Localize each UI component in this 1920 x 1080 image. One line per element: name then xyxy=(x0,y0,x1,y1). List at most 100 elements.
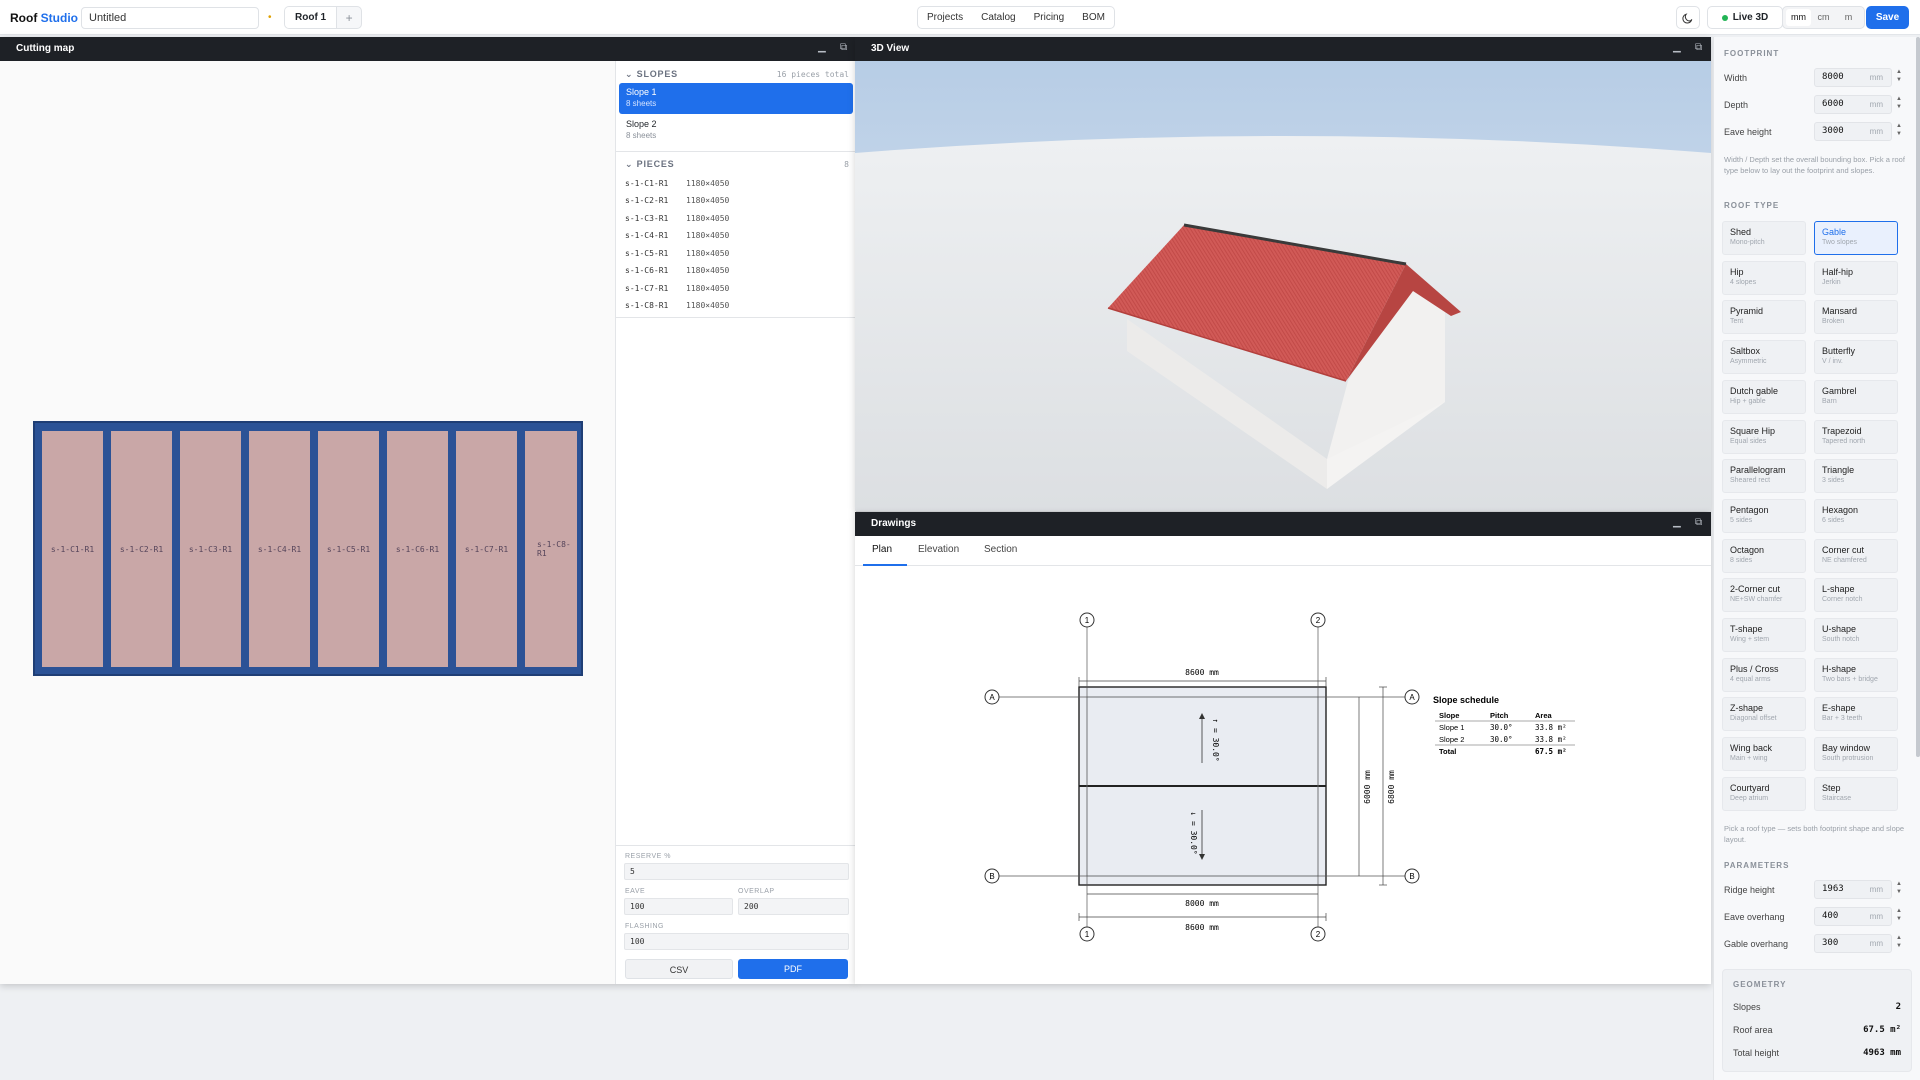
unit-m[interactable]: m xyxy=(1836,9,1861,26)
piece-row[interactable]: s-1-C4-R1 1180×4050 xyxy=(625,227,729,244)
ridge-height-stepper[interactable]: ▲ ▼ xyxy=(1894,880,1904,899)
roof-type-hip[interactable]: Hip 4 slopes xyxy=(1722,260,1806,295)
depth-input[interactable]: 6000 mm xyxy=(1814,95,1892,114)
eave-overhang-input[interactable]: 400 mm xyxy=(1814,907,1892,926)
piece-row[interactable]: s-1-C6-R1 1180×4050 xyxy=(625,262,729,279)
dim-right-inner: 6000 mm xyxy=(1363,770,1372,804)
piece-row[interactable]: s-1-C1-R1 1180×4050 xyxy=(625,175,729,192)
sheet-piece[interactable]: s-1-C4-R1 xyxy=(249,431,310,667)
3d-viewport[interactable] xyxy=(855,61,1711,511)
roof-type-pentagon[interactable]: Pentagon 5 sides xyxy=(1722,498,1806,533)
gable-overhang-input[interactable]: 300 mm xyxy=(1814,934,1892,953)
eave-height-input[interactable]: 3000 mm xyxy=(1814,122,1892,141)
theme-toggle-button[interactable] xyxy=(1676,6,1700,29)
piece-row[interactable]: s-1-C7-R1 1180×4050 xyxy=(625,280,729,297)
unit-switcher: mm cm m xyxy=(1782,6,1865,29)
piece-row[interactable]: s-1-C8-R1 1180×4050 xyxy=(625,297,729,314)
slope-item-2[interactable]: Slope 2 8 sheets xyxy=(619,115,853,146)
sheet-piece[interactable]: s-1-C6-R1 xyxy=(387,431,448,667)
sheet-piece[interactable]: s-1-C2-R1 xyxy=(111,431,172,667)
roof-type-half-hip[interactable]: Half-hip Jerkin xyxy=(1814,260,1898,295)
roof-type-z-shape[interactable]: Z-shape Diagonal offset xyxy=(1722,697,1806,732)
nav-projects[interactable]: Projects xyxy=(918,7,972,28)
width-input[interactable]: 8000 mm xyxy=(1814,68,1892,87)
roof-type-bay-window[interactable]: Bay window South protrusion xyxy=(1814,737,1898,772)
minimize-icon[interactable]: ▁ xyxy=(1673,42,1681,54)
panel-scrollbar[interactable] xyxy=(1916,37,1920,757)
roof-type-triangle[interactable]: Triangle 3 sides xyxy=(1814,459,1898,494)
width-stepper[interactable]: ▲ ▼ xyxy=(1894,68,1904,87)
eave-height-stepper[interactable]: ▲ ▼ xyxy=(1894,122,1904,141)
roof-type-h-shape[interactable]: H-shape Two bars + bridge xyxy=(1814,657,1898,692)
piece-row[interactable]: s-1-C2-R1 1180×4050 xyxy=(625,192,729,209)
roof-type-2-corner-cut[interactable]: 2-Corner cut NE+SW chamfer xyxy=(1722,578,1806,613)
properties-panel: FOOTPRINT Width 8000 mm ▲ ▼ Depth 6000 mm ▲… xyxy=(1713,37,1920,1080)
slope-item-1[interactable]: Slope 1 8 sheets xyxy=(619,83,853,114)
export-pdf-button[interactable]: PDF xyxy=(738,959,848,979)
roof-type-l-shape[interactable]: L-shape Corner notch xyxy=(1814,578,1898,613)
gable-overhang-stepper[interactable]: ▲ ▼ xyxy=(1894,934,1904,953)
depth-stepper[interactable]: ▲ ▼ xyxy=(1894,95,1904,114)
roof-type-gambrel[interactable]: Gambrel Barn xyxy=(1814,379,1898,414)
eave-overhang-stepper[interactable]: ▲ ▼ xyxy=(1894,907,1904,926)
tab-elevation[interactable]: Elevation xyxy=(918,544,959,555)
cutting-canvas[interactable]: s-1-C1-R1 s-1-C2-R1 s-1-C3-R1 s-1-C4-R1 … xyxy=(0,61,615,984)
unit-mm[interactable]: mm xyxy=(1786,9,1811,26)
roof-type-saltbox[interactable]: Saltbox Asymmetric xyxy=(1722,340,1806,375)
document-title-input[interactable] xyxy=(81,7,259,29)
unit-cm[interactable]: cm xyxy=(1811,9,1836,26)
flashing-input[interactable]: 100 xyxy=(624,933,849,950)
sheet-piece[interactable]: s-1-C3-R1 xyxy=(180,431,241,667)
reserve-input[interactable]: 5 xyxy=(624,863,849,880)
nav-catalog[interactable]: Catalog xyxy=(972,7,1024,28)
roof-type-dutch-gable[interactable]: Dutch gable Hip + gable xyxy=(1722,379,1806,414)
roof-type-u-shape[interactable]: U-shape South notch xyxy=(1814,618,1898,652)
plan-slope-2[interactable] xyxy=(1079,787,1326,885)
roof-type-gable[interactable]: Gable Two slopes xyxy=(1814,221,1898,255)
live-3d-toggle[interactable]: Live 3D xyxy=(1707,6,1783,29)
roof-type-butterfly[interactable]: Butterfly V / inv. xyxy=(1814,340,1898,375)
tab-roof-1[interactable]: Roof 1 xyxy=(285,7,338,28)
maximize-icon[interactable]: ⧉ xyxy=(840,42,847,54)
piece-row[interactable]: s-1-C3-R1 1180×4050 xyxy=(625,210,729,227)
roof-type-t-shape[interactable]: T-shape Wing + stem xyxy=(1722,618,1806,652)
sheet-piece[interactable]: s-1-C5-R1 xyxy=(318,431,379,667)
roof-type-shed[interactable]: Shed Mono-pitch xyxy=(1722,221,1806,255)
roof-type-octagon[interactable]: Octagon 8 sides xyxy=(1722,538,1806,573)
sheet-piece[interactable]: s-1-C1-R1 xyxy=(42,431,103,667)
export-csv-button[interactable]: CSV xyxy=(625,959,733,979)
nav-pricing[interactable]: Pricing xyxy=(1025,7,1074,28)
tab-section[interactable]: Section xyxy=(984,544,1017,555)
sheet-piece[interactable]: s-1-C7-R1 xyxy=(456,431,517,667)
save-button[interactable]: Save xyxy=(1866,6,1909,29)
roof-type-square-hip[interactable]: Square Hip Equal sides xyxy=(1722,419,1806,454)
ridge-height-input[interactable]: 1963 mm xyxy=(1814,880,1892,899)
roof-type-courtyard[interactable]: Courtyard Deep atrium xyxy=(1722,776,1806,811)
roof-type-wing-back[interactable]: Wing back Main + wing xyxy=(1722,737,1806,772)
minimize-icon[interactable]: ▁ xyxy=(1673,517,1681,529)
piece-row[interactable]: s-1-C5-R1 1180×4050 xyxy=(625,245,729,262)
roof-type-e-shape[interactable]: E-shape Bar + 3 teeth xyxy=(1814,697,1898,732)
roof-type-step[interactable]: Step Staircase xyxy=(1814,776,1898,811)
plan-drawing[interactable]: 1 2 1 2 A A B B 8600 mm 8000 mm 8600 mm … xyxy=(855,567,1711,984)
overlap-input[interactable]: 200 xyxy=(738,898,849,915)
add-tab-button[interactable]: + xyxy=(337,11,361,25)
slopes-header: ⌄ SLOPES xyxy=(625,69,678,79)
roof-type-trapezoid[interactable]: Trapezoid Tapered north xyxy=(1814,419,1898,454)
roof-type-subtitle: V / inv. xyxy=(1822,358,1843,366)
eave-input[interactable]: 100 xyxy=(624,898,733,915)
maximize-icon[interactable]: ⧉ xyxy=(1695,42,1702,54)
tab-plan[interactable]: Plan xyxy=(872,544,892,555)
roof-type-parallelogram[interactable]: Parallelogram Sheared rect xyxy=(1722,459,1806,494)
plan-slope-1[interactable] xyxy=(1079,687,1326,786)
unsaved-indicator: • xyxy=(268,12,272,23)
roof-type-pyramid[interactable]: Pyramid Tent xyxy=(1722,300,1806,335)
sheet-piece[interactable]: s-1-C8-R1 xyxy=(525,431,577,667)
roof-type-plus-cross[interactable]: Plus / Cross 4 equal arms xyxy=(1722,657,1806,692)
roof-type-hexagon[interactable]: Hexagon 6 sides xyxy=(1814,498,1898,533)
minimize-icon[interactable]: ▁ xyxy=(818,42,826,54)
nav-bom[interactable]: BOM xyxy=(1073,7,1114,28)
maximize-icon[interactable]: ⧉ xyxy=(1695,517,1702,529)
roof-type-mansard[interactable]: Mansard Broken xyxy=(1814,300,1898,335)
roof-type-corner-cut[interactable]: Corner cut NE chamfered xyxy=(1814,538,1898,573)
